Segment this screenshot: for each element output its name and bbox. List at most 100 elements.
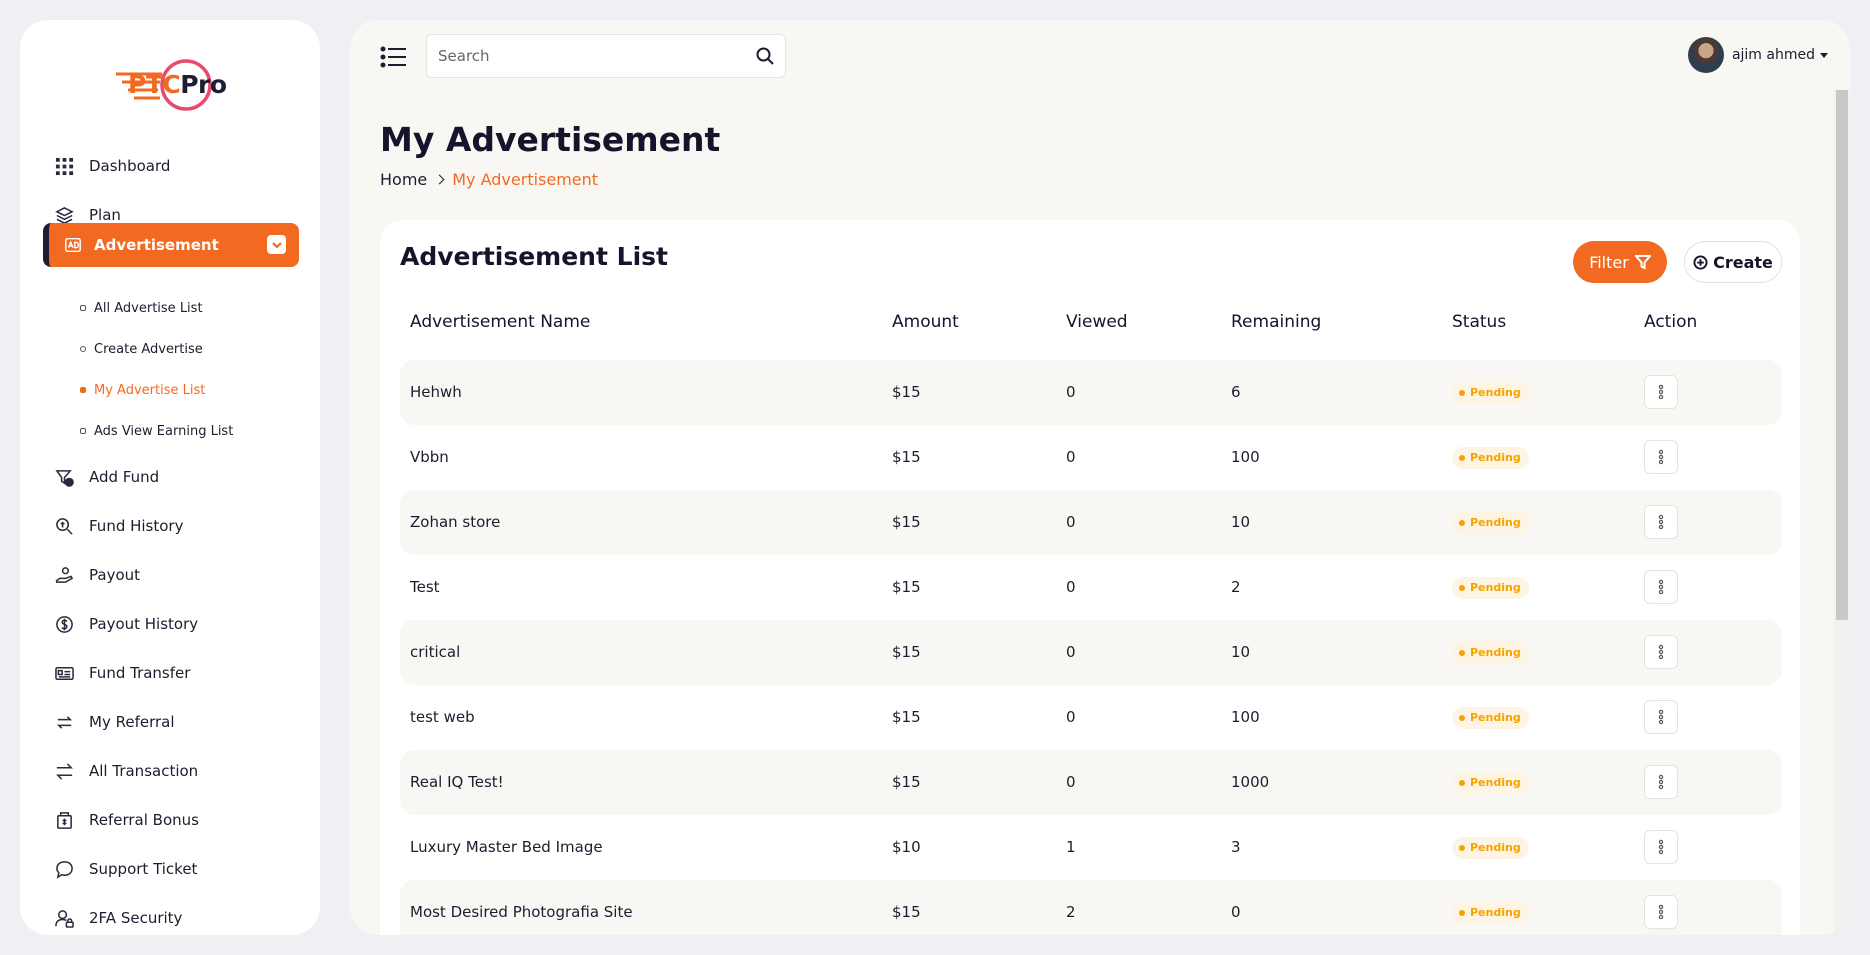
sidebar-item-label: Referral Bonus <box>89 811 199 829</box>
row-action-button[interactable] <box>1644 570 1678 604</box>
dollar-circle-icon <box>53 613 75 635</box>
filter-icon <box>1634 255 1651 270</box>
sidebar-item-fund-history[interactable]: Fund History <box>53 504 319 548</box>
sidebar-item-label: Add Fund <box>89 468 160 486</box>
filter-button[interactable]: Filter <box>1573 241 1667 283</box>
cell-amount: $15 <box>892 643 921 661</box>
cell-viewed: 0 <box>1066 448 1076 466</box>
cell-viewed: 0 <box>1066 708 1076 726</box>
sub-item-all-advertise-list[interactable]: All Advertise List <box>80 296 203 320</box>
page-title: My Advertisement <box>380 120 721 159</box>
sub-item-ads-view-earning-list[interactable]: Ads View Earning List <box>80 419 233 443</box>
row-action-button[interactable] <box>1644 440 1678 474</box>
status-badge: Pending <box>1452 642 1529 664</box>
status-badge: Pending <box>1452 902 1529 924</box>
breadcrumb-home[interactable]: Home <box>380 170 427 189</box>
avatar[interactable] <box>1687 37 1724 73</box>
sub-item-label: Ads View Earning List <box>94 423 234 439</box>
advertisement-list-card: Advertisement List Filter Create Adverti… <box>380 220 1800 935</box>
sidebar-item-fund-transfer[interactable]: Fund Transfer <box>53 651 319 695</box>
sidebar-item-label: Payout <box>89 566 141 584</box>
bullet-icon <box>80 387 86 393</box>
sidebar-item-referral-bonus[interactable]: Referral Bonus <box>53 798 319 842</box>
row-action-button[interactable] <box>1644 375 1678 409</box>
more-vertical-icon <box>1658 839 1664 855</box>
cell-remaining: 6 <box>1231 383 1241 401</box>
sidebar-item-advertisement[interactable]: Advertisement <box>43 223 299 267</box>
row-action-button[interactable] <box>1644 635 1678 669</box>
cell-amount: $15 <box>892 578 921 596</box>
cell-remaining: 2 <box>1231 578 1241 596</box>
plus-circle-icon <box>1693 254 1708 270</box>
scrollbar-thumb[interactable] <box>1836 90 1848 620</box>
sub-item-create-advertise[interactable]: Create Advertise <box>80 337 203 361</box>
table-row: Vbbn $15 0 100 Pending <box>400 425 1782 490</box>
sidebar-item-payout[interactable]: Payout <box>53 553 319 597</box>
id-card-icon <box>53 662 75 684</box>
more-vertical-icon <box>1658 449 1664 465</box>
user-menu[interactable]: ajim ahmed <box>1687 36 1828 74</box>
column-header-status: Status <box>1452 312 1507 332</box>
status-badge: Pending <box>1452 772 1529 794</box>
breadcrumb: Home My Advertisement <box>380 170 598 189</box>
sidebar-item-payout-history[interactable]: Payout History <box>53 602 319 646</box>
cell-viewed: 0 <box>1066 578 1076 596</box>
sidebar-item-support-ticket[interactable]: Support Ticket <box>53 847 319 891</box>
sidebar-item-2fa-security[interactable]: 2FA Security <box>53 896 319 940</box>
row-action-button[interactable] <box>1644 700 1678 734</box>
sidebar-item-label: Fund History <box>89 517 184 535</box>
menu-list-icon[interactable] <box>380 43 408 71</box>
row-action-button[interactable] <box>1644 505 1678 539</box>
status-badge: Pending <box>1452 707 1529 729</box>
create-button[interactable]: Create <box>1684 241 1782 283</box>
cell-viewed: 1 <box>1066 838 1076 856</box>
table-row: Most Desired Photografia Site $15 2 0 Pendin… <box>400 880 1782 935</box>
table-body: Hehwh $15 0 6 Pending Vbbn $15 0 100 Pending Zohan… <box>400 360 1782 935</box>
table-header: Advertisement Name Amount Viewed Remaini… <box>400 302 1782 342</box>
row-action-button[interactable] <box>1644 765 1678 799</box>
search-dollar-icon <box>53 515 75 537</box>
sub-item-label: Create Advertise <box>94 341 203 357</box>
logo-ptc: PTC <box>128 70 181 99</box>
row-action-button[interactable] <box>1644 830 1678 864</box>
cell-remaining: 10 <box>1231 643 1251 661</box>
row-action-button[interactable] <box>1644 895 1678 929</box>
column-header-remaining: Remaining <box>1231 312 1322 332</box>
logo-pro: Pro <box>180 70 227 99</box>
cell-advertisement-name: critical <box>410 643 461 661</box>
table-row: Hehwh $15 0 6 Pending <box>400 360 1782 425</box>
cell-amount: $15 <box>892 708 921 726</box>
more-vertical-icon <box>1658 644 1664 660</box>
search-icon[interactable] <box>755 46 775 66</box>
search-input[interactable] <box>427 35 727 77</box>
main-panel: ajim ahmed My Advertisement Home My Adve… <box>350 20 1850 935</box>
status-badge: Pending <box>1452 837 1529 859</box>
sub-item-label: My Advertise List <box>94 382 206 398</box>
bullet-icon <box>80 428 86 434</box>
scrollbar[interactable] <box>1834 90 1850 935</box>
more-vertical-icon <box>1658 514 1664 530</box>
sidebar-item-my-referral[interactable]: My Referral <box>53 700 319 744</box>
cell-remaining: 100 <box>1231 708 1260 726</box>
column-header-action: Action <box>1644 312 1698 332</box>
table-row: critical $15 0 10 Pending <box>400 620 1782 685</box>
sidebar-item-label: All Transaction <box>89 762 199 780</box>
sidebar-item-all-transaction[interactable]: All Transaction <box>53 749 319 793</box>
sub-item-label: All Advertise List <box>94 300 203 316</box>
sidebar-item-add-fund[interactable]: Add Fund <box>53 455 319 499</box>
sub-item-my-advertise-list[interactable]: My Advertise List <box>80 378 205 402</box>
column-header-name: Advertisement Name <box>410 312 591 332</box>
cell-advertisement-name: Vbbn <box>410 448 449 466</box>
filter-dollar-icon <box>53 466 75 488</box>
card-title: Advertisement List <box>400 242 668 271</box>
caret-down-icon[interactable] <box>1820 52 1828 58</box>
cell-remaining: 0 <box>1231 903 1241 921</box>
bullet-icon <box>80 346 86 352</box>
sidebar-item-dashboard[interactable]: Dashboard <box>53 144 319 188</box>
gift-dollar-icon <box>53 809 75 831</box>
chevron-down-icon[interactable] <box>267 235 286 254</box>
user-name[interactable]: ajim ahmed <box>1732 47 1815 63</box>
cell-advertisement-name: Luxury Master Bed Image <box>410 838 603 856</box>
cell-advertisement-name: Test <box>410 578 440 596</box>
logo-text[interactable]: PTCPro <box>128 70 227 99</box>
